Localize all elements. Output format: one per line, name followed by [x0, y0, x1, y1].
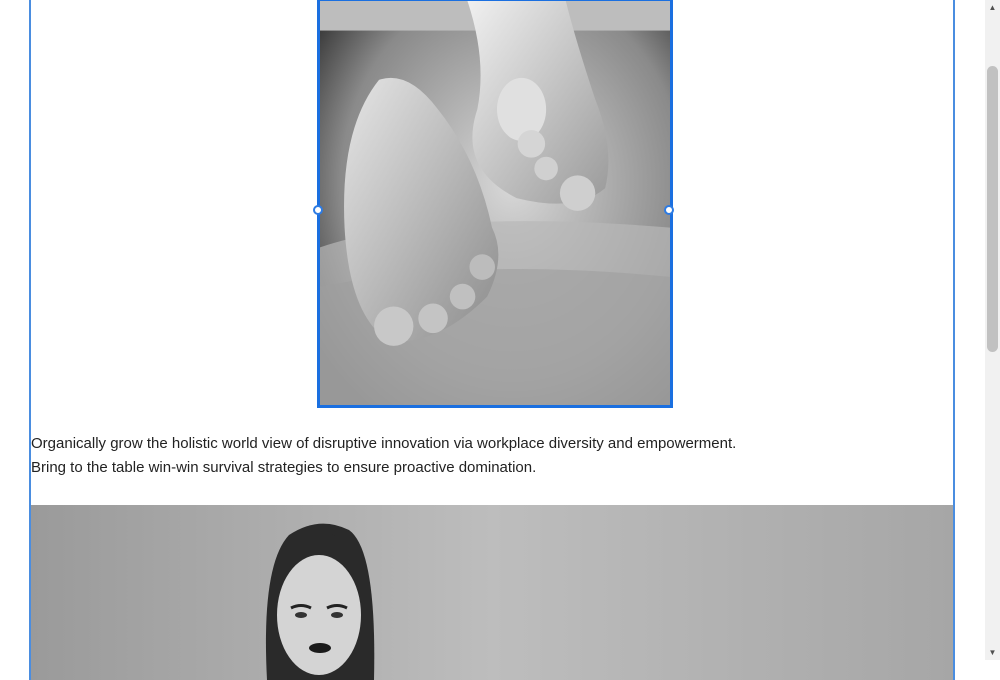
baby-feet-image[interactable]: [317, 0, 673, 408]
paragraph-line-2: Bring to the table win-win survival stra…: [31, 459, 537, 476]
scroll-down-icon[interactable]: ▼: [985, 645, 1000, 660]
vertical-scrollbar[interactable]: ▲ ▼: [985, 0, 1000, 660]
editor-content-area[interactable]: Organically grow the holistic world view…: [29, 0, 955, 680]
paragraph-line-1: Organically grow the holistic world view…: [31, 435, 737, 452]
resize-handle-right[interactable]: [664, 205, 674, 215]
woman-portrait-image[interactable]: [31, 505, 953, 680]
resize-handle-left[interactable]: [313, 205, 323, 215]
body-paragraph[interactable]: Organically grow the holistic world view…: [31, 432, 931, 480]
scrollbar-thumb[interactable]: [987, 66, 998, 352]
scroll-up-icon[interactable]: ▲: [985, 0, 1000, 15]
